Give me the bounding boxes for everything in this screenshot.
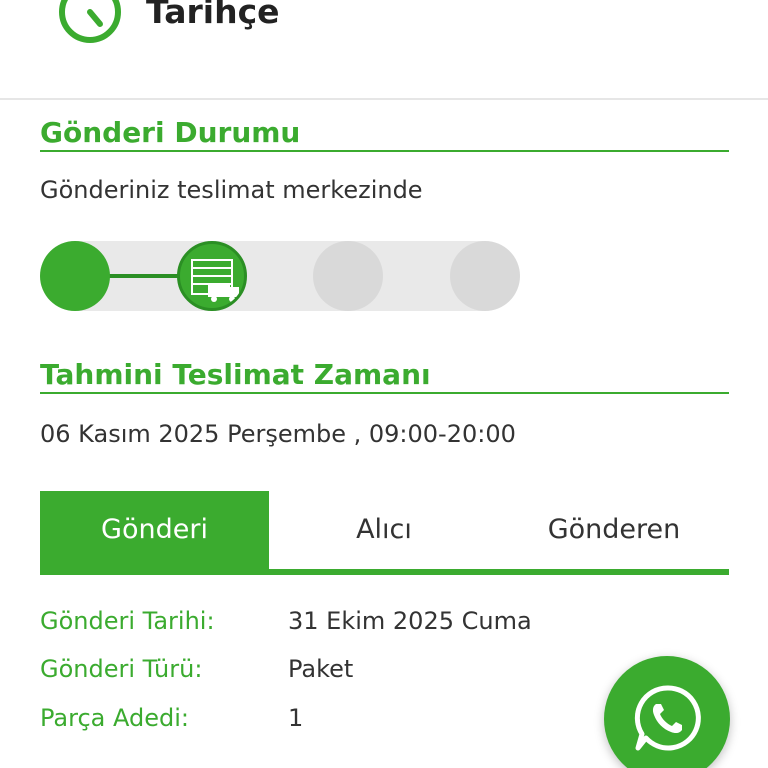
piece-count-value: 1 [288,704,304,732]
whatsapp-button[interactable] [604,656,730,768]
app-header: Tarihçe [0,0,768,100]
shipment-date-label: Gönderi Tarihi: [40,607,215,635]
progress-step-3 [313,241,383,311]
shipment-status-text: Gönderiniz teslimat merkezinde [40,176,423,204]
shipment-progress-tracker [40,241,520,311]
shipment-type-label: Gönderi Türü: [40,655,203,683]
estimated-delivery-heading: Tahmini Teslimat Zamanı [40,358,729,394]
page-title: Tarihçe [146,0,280,31]
progress-step-1 [40,241,110,311]
details-tabs: Gönderi Alıcı Gönderen [40,491,729,575]
warehouse-truck-icon [191,259,239,302]
tab-shipment[interactable]: Gönderi [40,491,269,569]
progress-step-2 [177,241,247,311]
progress-step-4 [450,241,520,311]
tab-recipient[interactable]: Alıcı [269,491,499,569]
whatsapp-icon [634,685,701,751]
piece-count-label: Parça Adedi: [40,704,189,732]
shipment-date-value: 31 Ekim 2025 Cuma [288,607,532,635]
estimated-delivery-value: 06 Kasım 2025 Perşembe , 09:00-20:00 [40,420,516,448]
page: Tarihçe Gönderi Durumu Gönderiniz teslim… [0,0,768,768]
history-icon [59,0,121,43]
tabs-underline [40,569,729,575]
shipment-type-value: Paket [288,655,354,683]
tab-sender[interactable]: Gönderen [499,491,729,569]
shipment-status-heading: Gönderi Durumu [40,116,729,152]
